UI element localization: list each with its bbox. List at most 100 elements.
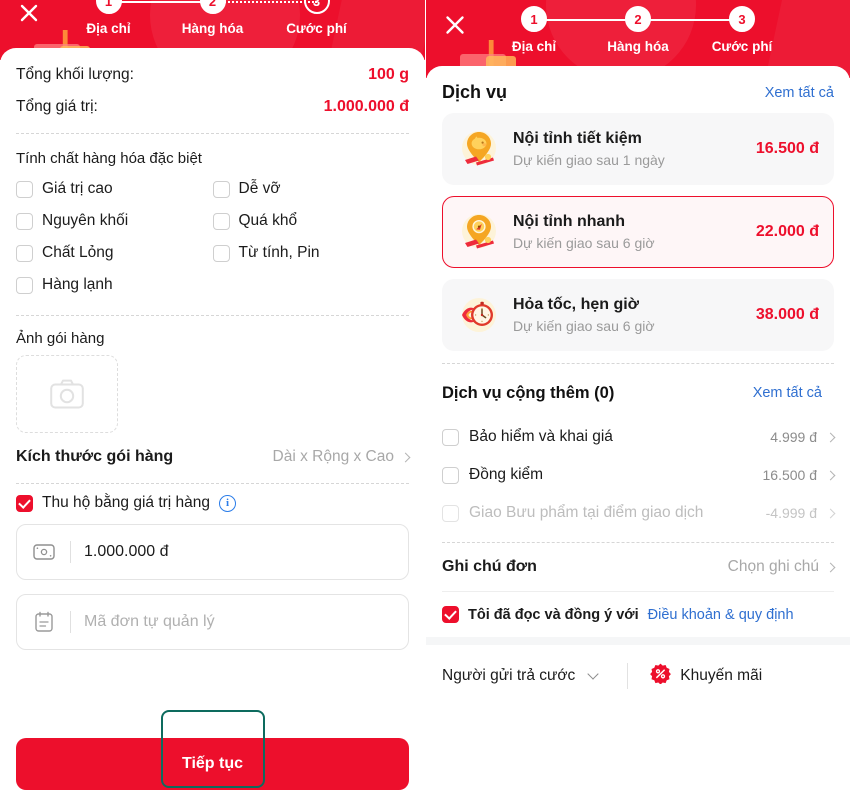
close-icon[interactable] [14, 0, 44, 28]
checkbox-label: Dễ vỡ [238, 180, 281, 197]
stepper-step-1[interactable]: 1 Địa chỉ [57, 0, 213, 36]
photo-upload-dropzone[interactable] [16, 355, 118, 433]
bottom-bar: Người gửi trả cước Khuyến mãi [442, 645, 834, 689]
terms-text: Tôi đã đọc và đồng ý với [468, 606, 639, 623]
stepper-label-3: Cước phí [286, 21, 347, 36]
summary-label-weight: Tổng khối lượng: [16, 66, 134, 83]
service-eta: Dự kiến giao sau 1 ngày [513, 152, 665, 168]
checkbox-label: Giá trị cao [42, 180, 113, 197]
service-price: 38.000 đ [755, 306, 819, 323]
service-card-saver[interactable]: Nội tỉnh tiết kiệm Dự kiến giao sau 1 ng… [442, 113, 834, 185]
payer-selector[interactable]: Người gửi trả cước [442, 667, 599, 685]
left-panel-goods-step: 1 Địa chỉ 2 Hàng hóa 3 Cước phí Tổng khố… [0, 0, 425, 800]
info-icon[interactable]: i [219, 494, 237, 512]
stepper-label-1: Địa chỉ [511, 39, 557, 54]
stepper-step-3[interactable]: 3 Cước phí [690, 6, 794, 54]
field-divider [70, 611, 71, 633]
service-card-urgent[interactable]: Hỏa tốc, hẹn giờ Dự kiến giao sau 6 giờ … [442, 279, 834, 351]
addon-row-insurance[interactable]: Bảo hiểm và khai giá 4.999 đ [442, 418, 836, 456]
continue-button[interactable]: Tiếp tục [16, 738, 409, 790]
stepper-connector-1 [534, 19, 638, 21]
left-content-sheet: Tổng khối lượng: 100 g Tổng giá trị: 1.0… [0, 48, 425, 800]
summary-label-value: Tổng giá trị: [16, 98, 98, 115]
services-view-all-link[interactable]: Xem tất cả [765, 85, 834, 101]
checkbox-box [16, 180, 33, 198]
service-info: Nội tỉnh nhanh Dự kiến giao sau 6 giờ [513, 213, 744, 251]
stepper-label-1: Địa chỉ [86, 21, 131, 36]
close-icon[interactable] [440, 10, 470, 40]
package-size-value: Dài x Rộng x Cao [272, 448, 394, 465]
stepper-step-1[interactable]: 1 Địa chỉ [482, 6, 638, 54]
chevron-down-icon [587, 668, 599, 680]
addons-title: Dịch vụ cộng thêm (0) [442, 383, 615, 402]
checkbox-label: Từ tính, Pin [238, 244, 320, 261]
order-note-label: Ghi chú đơn [442, 558, 537, 575]
checkbox-box [212, 212, 230, 230]
chevron-right-icon [825, 562, 836, 572]
service-card-express[interactable]: Nội tỉnh nhanh Dự kiến giao sau 6 giờ 22… [442, 196, 834, 268]
special-properties-grid: Giá trị cao Dễ vỡ Nguyên khối Quá khổ Ch… [16, 169, 409, 301]
summary-row-weight: Tổng khối lượng: 100 g [16, 48, 409, 91]
order-note-row[interactable]: Ghi chú đơn Chọn ghi chú [442, 543, 836, 591]
stepper-step-2[interactable]: 2 Hàng hóa [161, 0, 317, 36]
bottom-divider [627, 663, 629, 689]
summary-value-value: 1.000.000 đ [323, 98, 409, 115]
photo-section-title: Ảnh gói hàng [16, 330, 105, 347]
summary-value-weight: 100 g [368, 66, 409, 83]
addon-price: 4.999 đ [770, 429, 817, 445]
promo-button[interactable]: Khuyến mãi [650, 663, 762, 689]
service-eta: Dự kiến giao sau 6 giờ [513, 235, 655, 251]
service-info: Nội tỉnh tiết kiệm Dự kiến giao sau 1 ng… [513, 130, 744, 168]
addons-view-all-button[interactable]: Xem tất cả [741, 376, 834, 410]
field-divider [70, 541, 71, 563]
cod-checkbox [16, 494, 33, 512]
package-size-row[interactable]: Kích thước gói hàng Dài x Rộng x Cao [16, 433, 411, 481]
piggybank-pin-glyph [462, 131, 496, 166]
checkbox-cold-goods[interactable]: Hàng lạnh [16, 269, 213, 301]
stepper-connector-1 [108, 1, 213, 3]
flaming-stopwatch-icon [457, 293, 501, 337]
checkbox-magnetic-battery[interactable]: Từ tính, Pin [212, 237, 410, 269]
checkbox-oversized[interactable]: Quá khổ [212, 205, 410, 237]
checkbox-label: Chất Lỏng [42, 244, 114, 261]
left-stepper: 1 Địa chỉ 2 Hàng hóa 3 Cước phí [0, 0, 425, 36]
addon-price: -4.999 đ [765, 505, 817, 521]
checkbox-box [16, 244, 33, 262]
addon-checkbox [442, 504, 459, 522]
cod-amount-field[interactable]: 1.000.000 đ [16, 524, 409, 580]
services-header: Dịch vụ Xem tất cả [442, 66, 834, 113]
stepper-dot-3: 3 [729, 6, 755, 32]
checkbox-label: Quá khổ [238, 212, 298, 229]
special-properties-title: Tính chất hàng hóa đặc biệt [16, 150, 202, 167]
terms-link[interactable]: Điều khoản & quy định [648, 607, 794, 623]
addon-label: Đồng kiểm [469, 466, 544, 483]
checkbox-liquid[interactable]: Chất Lỏng [16, 237, 213, 269]
divider [16, 133, 409, 134]
cod-amount-value: 1.000.000 đ [84, 543, 169, 560]
checkbox-box [212, 244, 230, 262]
stepper-dot-2: 2 [199, 0, 226, 14]
service-info: Hỏa tốc, hẹn giờ Dự kiến giao sau 6 giờ [513, 296, 744, 334]
service-eta: Dự kiến giao sau 6 giờ [513, 318, 655, 334]
order-code-field[interactable]: Mã đơn tự quản lý [16, 594, 409, 650]
checkbox-box [212, 180, 230, 198]
order-code-placeholder: Mã đơn tự quản lý [84, 613, 215, 630]
order-note-value-group: Chọn ghi chú [728, 558, 836, 576]
checkbox-solid-block[interactable]: Nguyên khối [16, 205, 213, 237]
cod-toggle-row[interactable]: Thu hộ bằng giá trị hàng i [16, 484, 409, 524]
terms-checkbox [442, 606, 459, 623]
cta-container: Tiếp tục [0, 738, 425, 790]
checkbox-box [16, 212, 33, 230]
stepper-step-3[interactable]: 3 Cước phí [265, 0, 369, 36]
stepper-label-2: Hàng hóa [181, 21, 244, 36]
addon-row-post-office-pickup[interactable]: Giao Bưu phẩm tại điểm giao dịch -4.999 … [442, 494, 836, 532]
checkbox-fragile[interactable]: Dễ vỡ [212, 173, 410, 205]
stepper-step-2[interactable]: 2 Hàng hóa [586, 6, 742, 54]
terms-row[interactable]: Tôi đã đọc và đồng ý với Điều khoản & qu… [442, 592, 834, 637]
stepper-connector-2 [638, 19, 742, 21]
stepper-label-3: Cước phí [711, 39, 773, 54]
promo-label: Khuyến mãi [680, 667, 763, 684]
checkbox-high-value[interactable]: Giá trị cao [16, 173, 213, 205]
addons-header: Dịch vụ cộng thêm (0) Xem tất cả [442, 364, 834, 418]
addon-row-joint-check[interactable]: Đồng kiểm 16.500 đ [442, 456, 836, 494]
